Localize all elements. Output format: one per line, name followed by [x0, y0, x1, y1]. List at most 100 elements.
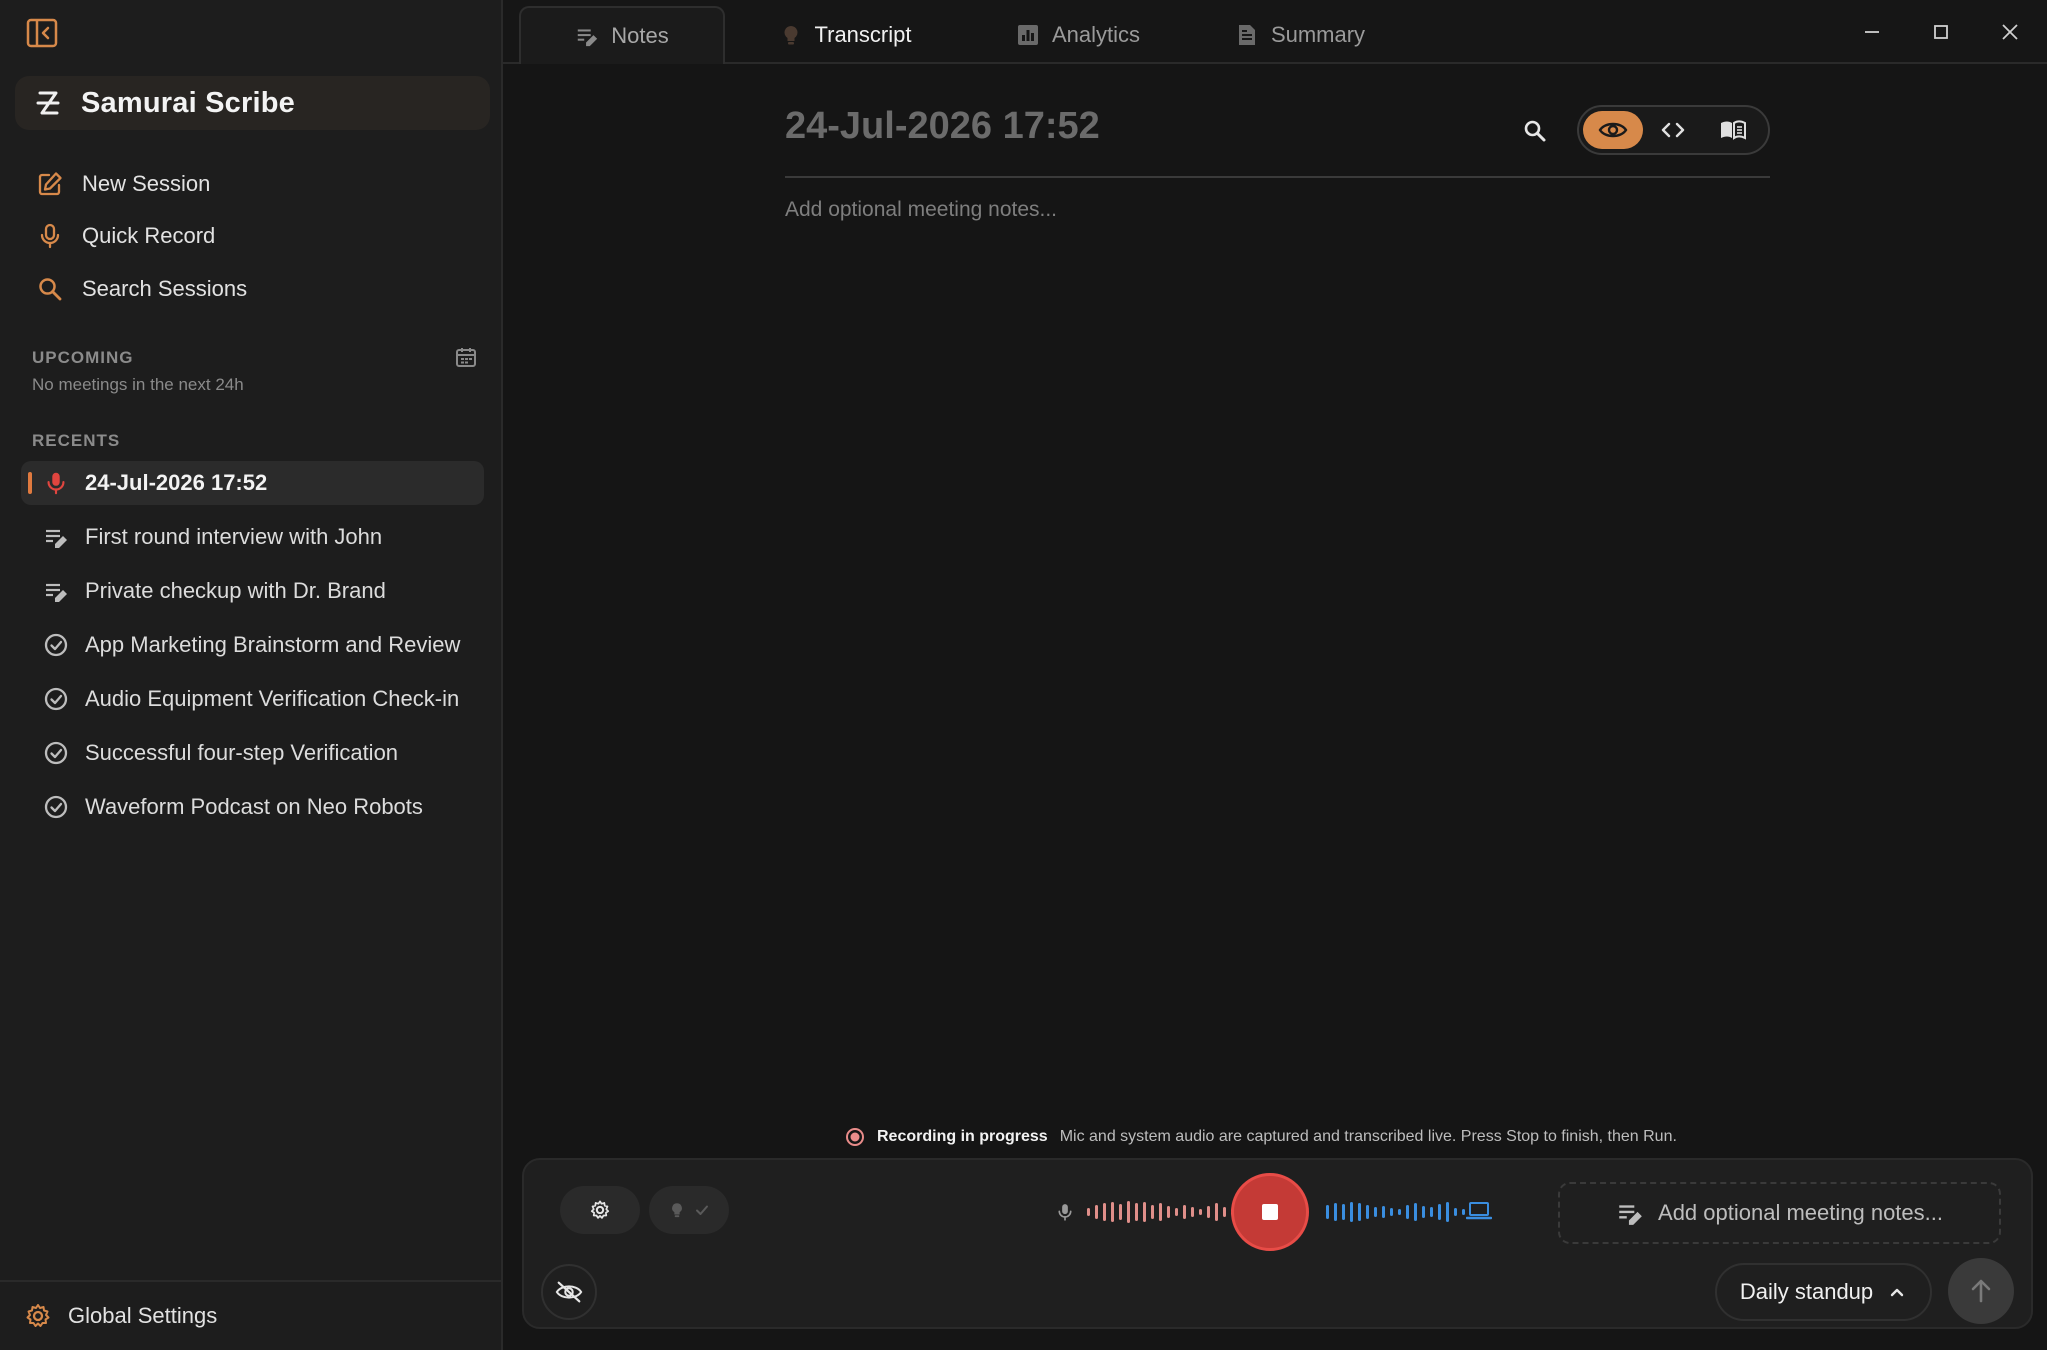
waveform-bar: [1135, 1203, 1138, 1221]
quick-record-button[interactable]: Quick Record: [36, 216, 215, 256]
waveform-bar: [1111, 1202, 1114, 1222]
microphone-icon: [36, 222, 64, 250]
reader-mode-button[interactable]: [1703, 111, 1763, 149]
waveform-bar: [1390, 1208, 1393, 1216]
meeting-notes-input[interactable]: Add optional meeting notes...: [1558, 1182, 2001, 1244]
global-settings-label: Global Settings: [68, 1303, 218, 1328]
waveform-bar: [1374, 1207, 1377, 1217]
app-name: Samurai Scribe: [81, 86, 295, 119]
lightbulb-icon: [779, 23, 803, 47]
lightbulb-icon: [672, 1203, 682, 1218]
waveform-bar: [1446, 1202, 1449, 1222]
recording-status: Recording in progress Mic and system aud…: [845, 1127, 1677, 1147]
waveform-bar: [1167, 1206, 1170, 1218]
recording-control-panel: Add optional meeting notes... Daily stan…: [522, 1158, 2033, 1329]
nav-label: Search Sessions: [82, 276, 248, 301]
waveform-bar: [1103, 1203, 1106, 1221]
waveform-bar: [1382, 1206, 1385, 1218]
recent-item-label: Audio Equipment Verification Check-in: [85, 686, 460, 711]
waveform-bar: [1326, 1205, 1329, 1219]
run-button[interactable]: [1948, 1258, 2014, 1324]
recent-item-label: Successful four-step Verification: [85, 740, 399, 765]
recent-item[interactable]: Waveform Podcast on Neo Robots: [21, 785, 484, 829]
recent-item[interactable]: Private checkup with Dr. Brand: [21, 569, 484, 613]
stop-recording-button[interactable]: [1231, 1173, 1309, 1251]
search-icon: [36, 275, 64, 303]
waveform-bar: [1454, 1208, 1457, 1216]
recent-item-label: Private checkup with Dr. Brand: [85, 578, 386, 603]
sidebar: Samurai Scribe New Session Quick Record …: [0, 0, 503, 1350]
template-label: Daily standup: [1739, 1279, 1874, 1304]
waveform-bar: [1087, 1208, 1090, 1216]
waveform-bar: [1199, 1209, 1202, 1215]
system-audio-waveform: [1326, 1197, 1465, 1227]
code-mode-button[interactable]: [1643, 111, 1703, 149]
waveform-bar: [1207, 1206, 1210, 1218]
close-icon[interactable]: [1996, 18, 2024, 46]
tab-summary[interactable]: Summary: [1210, 6, 1390, 64]
waveform-bar: [1151, 1205, 1154, 1219]
calendar-icon[interactable]: [455, 346, 477, 368]
search-sessions-button[interactable]: Search Sessions: [36, 269, 247, 309]
app-brand[interactable]: Samurai Scribe: [15, 76, 490, 130]
waveform-bar: [1143, 1202, 1146, 1222]
notes-editor-placeholder[interactable]: Add optional meeting notes...: [785, 198, 1057, 222]
tab-notes[interactable]: Notes: [519, 6, 725, 64]
arrow-up-icon: [1971, 1279, 1991, 1303]
check-icon: [696, 1205, 708, 1215]
waveform-bar: [1342, 1204, 1345, 1220]
waveform-bar: [1095, 1205, 1098, 1219]
recent-item-label: 24-Jul-2026 17:52: [85, 470, 268, 495]
waveform-bar: [1358, 1203, 1361, 1221]
recent-item[interactable]: Audio Equipment Verification Check-in: [21, 677, 484, 721]
check-circle-icon: [43, 686, 69, 712]
collapse-sidebar-icon[interactable]: [26, 17, 60, 49]
maximize-icon[interactable]: [1927, 18, 1955, 46]
document-title[interactable]: 24-Jul-2026 17:52: [785, 105, 1100, 148]
eye-off-icon: [555, 1281, 583, 1303]
insights-toggle-button[interactable]: [649, 1186, 729, 1234]
search-icon[interactable]: [1520, 116, 1550, 146]
recent-item-active-session[interactable]: 24-Jul-2026 17:52: [21, 461, 484, 505]
new-session-button[interactable]: New Session: [36, 164, 210, 204]
waveform-bar: [1334, 1203, 1337, 1221]
template-selector[interactable]: Daily standup: [1715, 1263, 1932, 1321]
recent-item-label: First round interview with John: [85, 524, 383, 549]
waveform-bar: [1191, 1207, 1194, 1217]
recents-heading: RECENTS: [32, 431, 121, 450]
recording-indicator-icon: [845, 1127, 865, 1147]
waveform-bar: [1223, 1207, 1226, 1217]
waveform-bar: [1462, 1209, 1465, 1215]
chevron-up-icon: [1887, 1282, 1907, 1302]
recent-item[interactable]: App Marketing Brainstorm and Review: [21, 623, 484, 667]
recent-item[interactable]: Successful four-step Verification: [21, 731, 484, 775]
code-icon: [1661, 122, 1685, 138]
check-circle-icon: [43, 632, 69, 658]
mic-waveform: [1087, 1197, 1234, 1227]
waveform-bar: [1175, 1208, 1178, 1216]
waveform-bar: [1414, 1203, 1417, 1221]
notes-icon: [43, 524, 69, 550]
tab-analytics[interactable]: Analytics: [988, 6, 1168, 64]
tab-transcript[interactable]: Transcript: [755, 6, 935, 64]
eye-icon: [1598, 122, 1628, 138]
edit-icon: [36, 170, 64, 198]
stop-icon: [1262, 1204, 1278, 1220]
meeting-notes-placeholder: Add optional meeting notes...: [1658, 1200, 1943, 1225]
waveform-bar: [1398, 1209, 1401, 1215]
recording-title: Recording in progress: [877, 1128, 1048, 1145]
minimize-icon[interactable]: [1858, 18, 1886, 46]
waveform-bar: [1422, 1206, 1425, 1218]
preview-mode-button[interactable]: [1583, 111, 1643, 149]
gear-icon: [590, 1200, 610, 1219]
privacy-toggle-button[interactable]: [541, 1264, 597, 1320]
recording-description: Mic and system audio are captured and tr…: [1059, 1128, 1677, 1145]
title-divider: [785, 176, 1770, 178]
recent-item[interactable]: First round interview with John: [21, 515, 484, 559]
notes-icon: [43, 578, 69, 604]
tab-bar: Notes Transcript Analytics Summary: [503, 0, 2047, 64]
laptop-icon: [1466, 1200, 1492, 1222]
global-settings-button[interactable]: Global Settings: [0, 1280, 501, 1350]
waveform-bar: [1215, 1203, 1218, 1221]
settings-button[interactable]: [560, 1186, 640, 1234]
